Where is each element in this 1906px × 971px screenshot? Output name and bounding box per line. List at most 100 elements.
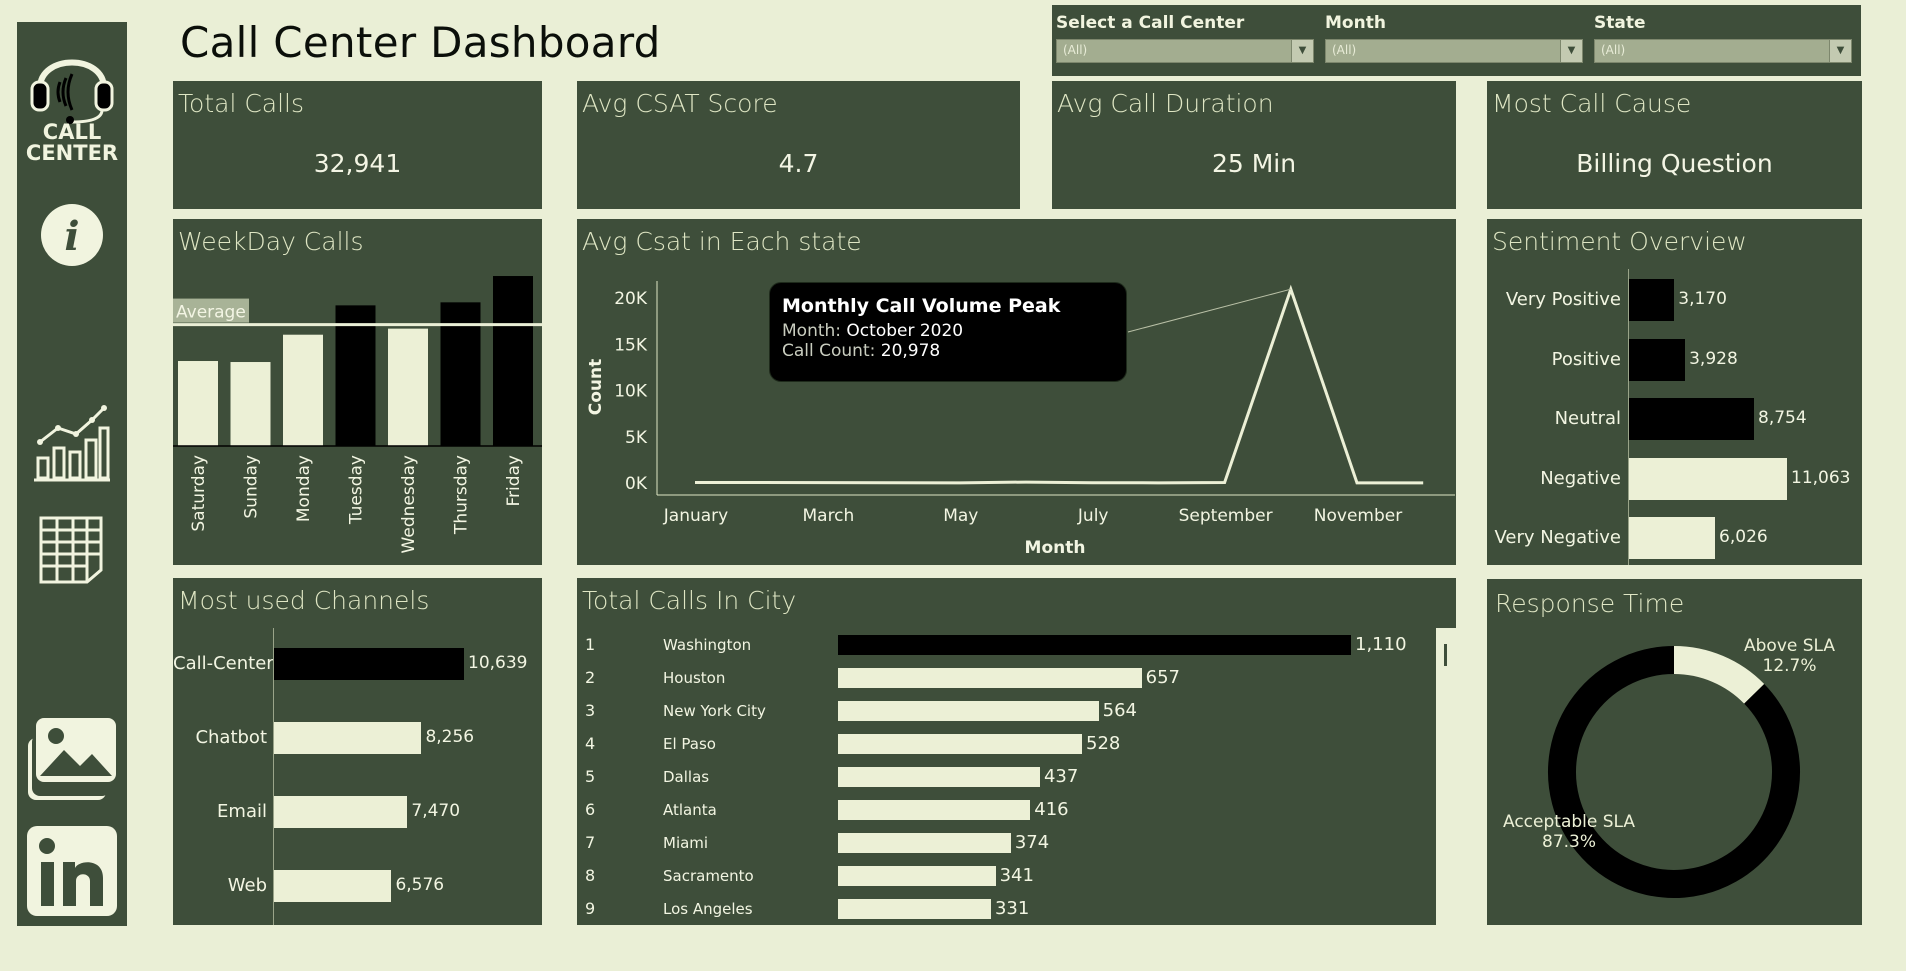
tooltip-count-key: Call Count:	[782, 341, 876, 361]
weekday-tick-label: Sunday	[242, 455, 262, 519]
tooltip-month-value: October 2020	[846, 321, 964, 341]
average-label: Average	[176, 303, 246, 323]
city-rank: 5	[585, 767, 596, 786]
city-chart: 1 Washington 1,110 2 Houston 657 3 New York Cit…	[577, 578, 1437, 925]
sentiment-bar[interactable]	[1629, 398, 1755, 440]
chevron-down-icon[interactable]: ▼	[1829, 40, 1851, 62]
sentiment-bar[interactable]	[1629, 517, 1716, 559]
channel-value-label: 7,470	[411, 801, 461, 821]
linkedin-icon[interactable]	[25, 824, 119, 918]
city-name: Dallas	[663, 768, 710, 786]
y-tick-label: 20K	[614, 289, 648, 309]
kpi-total-calls-title: Total Calls	[178, 89, 305, 118]
kpi-most-cause: Most Call Cause Billing Question	[1487, 81, 1862, 209]
tooltip-count-value: 20,978	[880, 341, 941, 361]
filter-state-label: State	[1594, 13, 1646, 33]
svg-text:i: i	[64, 213, 79, 260]
weekday-bar[interactable]	[388, 328, 428, 446]
channel-bar[interactable]	[274, 870, 392, 902]
headset-icon[interactable]	[26, 42, 118, 124]
x-tick-label: September	[1179, 506, 1273, 526]
weekday-bar[interactable]	[335, 305, 376, 446]
kpi-avg-csat-value: 4.7	[778, 149, 819, 178]
sentiment-category-label: Very Positive	[1505, 289, 1621, 310]
weekday-bar[interactable]	[493, 276, 533, 446]
weekday-bar[interactable]	[283, 334, 323, 446]
sentiment-category-label: Neutral	[1554, 408, 1621, 429]
city-bar[interactable]	[838, 668, 1142, 688]
city-bar[interactable]	[838, 767, 1040, 787]
weekday-tick-label: Saturday	[189, 455, 209, 532]
city-rank: 6	[585, 800, 596, 819]
spreadsheet-icon[interactable]	[37, 514, 107, 586]
scrollbar[interactable]	[1436, 628, 1456, 925]
channel-bar[interactable]	[274, 722, 422, 754]
kpi-avg-duration: Avg Call Duration 25 Min	[1052, 81, 1456, 209]
channel-value-label: 8,256	[425, 727, 475, 747]
city-value-label: 374	[1014, 832, 1050, 853]
growth-chart-icon[interactable]	[32, 402, 112, 484]
city-bar[interactable]	[838, 866, 996, 886]
weekday-tick-label: Monday	[294, 455, 314, 522]
channel-category-label: Email	[217, 801, 267, 822]
city-bar[interactable]	[838, 833, 1011, 853]
chevron-down-icon[interactable]: ▼	[1560, 40, 1582, 62]
y-tick-label: 5K	[625, 428, 648, 448]
sentiment-bar[interactable]	[1629, 338, 1686, 381]
kpi-most-cause-value: Billing Question	[1576, 149, 1773, 178]
city-value-label: 657	[1145, 667, 1180, 688]
filter-call-center-dropdown[interactable]: (All) ▼	[1056, 39, 1314, 63]
city-value-label: 331	[994, 898, 1030, 919]
city-value-label: 341	[999, 865, 1034, 886]
weekday-bar[interactable]	[178, 361, 218, 446]
city-bar[interactable]	[838, 899, 991, 919]
kpi-avg-csat-title: Avg CSAT Score	[582, 89, 778, 118]
sentiment-bar[interactable]	[1629, 279, 1675, 321]
above-sla-label: Above SLA 12.7%	[1744, 636, 1835, 676]
city-name: Washington	[663, 636, 752, 654]
city-bar[interactable]	[838, 701, 1099, 721]
city-rank: 4	[585, 734, 596, 753]
image-icon[interactable]	[24, 714, 120, 804]
donut-slice[interactable]	[1673, 646, 1765, 704]
sentiment-value-label: 3,170	[1678, 289, 1727, 309]
dashboard-title: Call Center Dashboard	[180, 18, 661, 67]
response-time-donut	[1548, 646, 1800, 898]
channels-chart: Call-Center 10,639 Chatbot 8,256 Email 7,470 W…	[173, 578, 542, 925]
sentiment-chart: Very Positive 3,170 Positive 3,928 Neutral 8,…	[1487, 219, 1862, 565]
x-tick-label: March	[802, 506, 854, 526]
channel-bar[interactable]	[274, 796, 408, 828]
filter-month-label: Month	[1325, 13, 1386, 33]
city-name: Miami	[663, 834, 709, 852]
channel-value-label: 10,639	[468, 653, 528, 673]
weekday-bar[interactable]	[230, 362, 271, 446]
city-value-label: 1,110	[1355, 634, 1407, 655]
city-bar[interactable]	[838, 635, 1351, 655]
city-value-label: 528	[1086, 733, 1121, 754]
chevron-down-icon[interactable]: ▼	[1291, 40, 1313, 62]
filter-month-dropdown[interactable]: (All) ▼	[1325, 39, 1583, 63]
city-rank: 2	[585, 668, 596, 687]
acceptable-sla-value: 87.3%	[1542, 832, 1597, 852]
scrollbar-thumb[interactable]	[1444, 644, 1447, 666]
city-bar[interactable]	[838, 800, 1031, 820]
logo-text-center: CENTER	[25, 141, 119, 165]
info-icon[interactable]: i	[39, 202, 105, 268]
filter-state-dropdown[interactable]: (All) ▼	[1594, 39, 1852, 63]
logo-text-call: CALL	[42, 120, 102, 144]
city-rank: 9	[585, 899, 596, 918]
weekday-tick-label: Thursday	[452, 455, 472, 535]
sentiment-bar[interactable]	[1629, 457, 1787, 500]
above-sla-value: 12.7%	[1762, 656, 1817, 676]
sentiment-category-label: Very Negative	[1494, 527, 1621, 548]
city-bar[interactable]	[838, 734, 1083, 754]
channel-bar[interactable]	[274, 648, 464, 680]
city-rank: 1	[585, 635, 596, 654]
kpi-avg-duration-value: 25 Min	[1211, 149, 1297, 178]
weekday-tick-label: Tuesday	[347, 455, 367, 525]
y-tick-label: 10K	[614, 382, 648, 402]
filter-bar: Select a Call Center (All) ▼ Month (All)…	[1052, 5, 1861, 76]
tooltip-leader-line	[1127, 288, 1291, 333]
channel-category-label: Web	[227, 875, 267, 896]
x-tick-label: July	[1077, 506, 1109, 526]
